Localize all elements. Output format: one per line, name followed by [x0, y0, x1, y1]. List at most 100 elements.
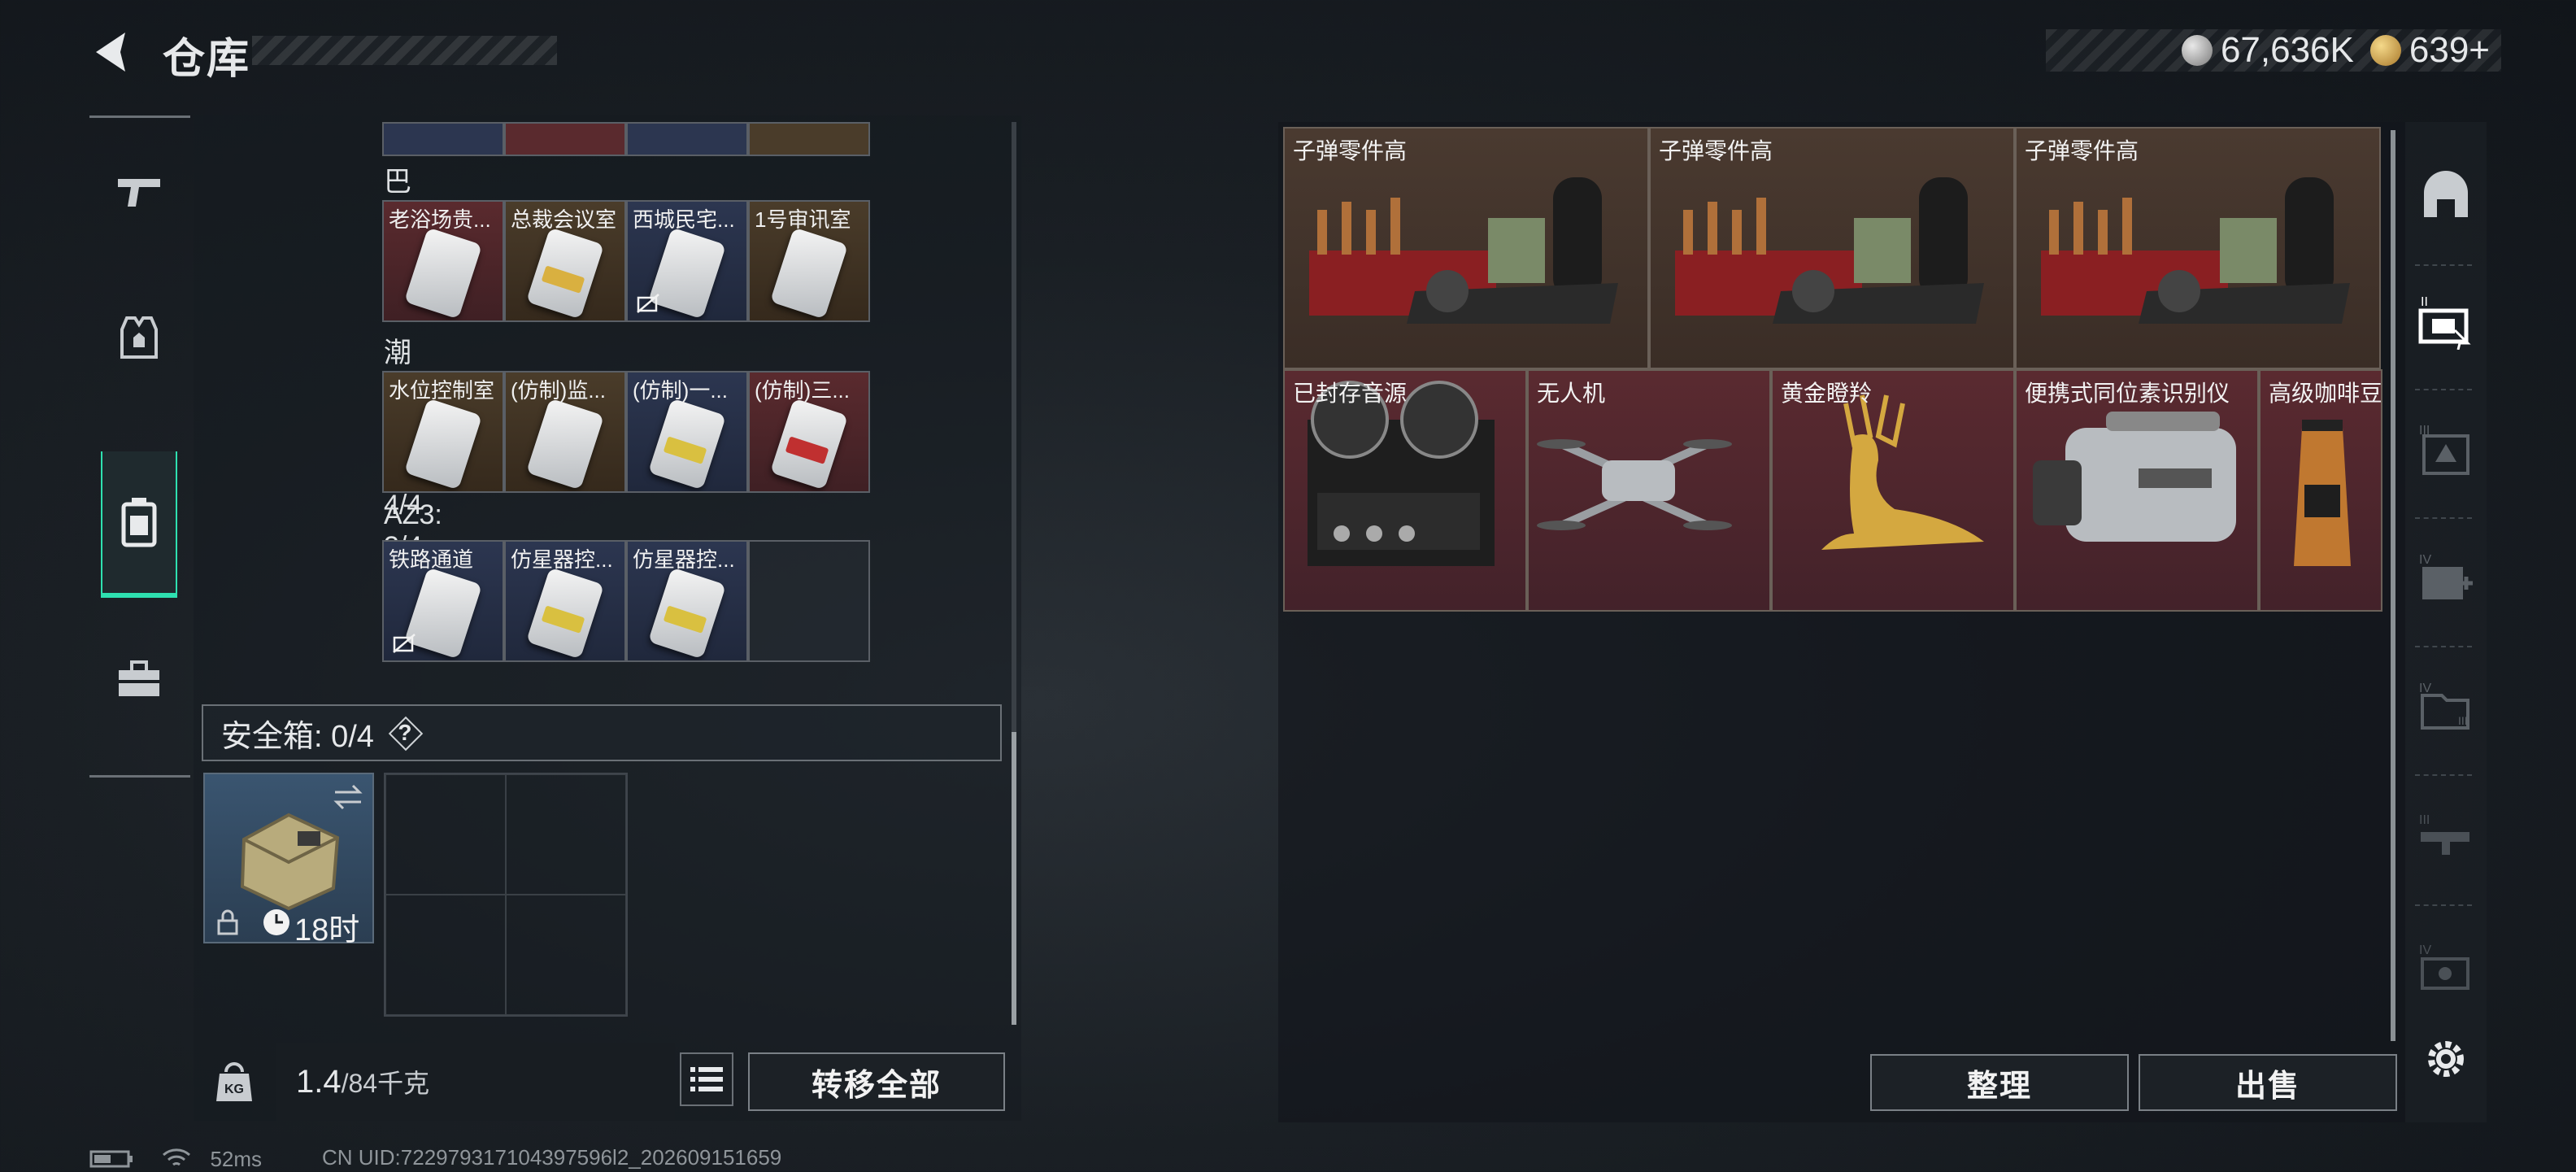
medkit-icon: IV: [2419, 553, 2473, 599]
stash-item[interactable]: 子弹零件高: [2015, 127, 2381, 369]
silver-amount: 67,636K: [2220, 30, 2354, 70]
keycard-label: 总裁会议室: [511, 207, 617, 232]
stash-item[interactable]: 子弹零件高: [1283, 127, 1649, 369]
stash-filter-page3[interactable]: III: [2413, 419, 2478, 484]
settings-button[interactable]: [2413, 1026, 2478, 1091]
partial-row: [382, 122, 873, 156]
keycard-stripe: [541, 605, 585, 634]
stash-filter-page4-case[interactable]: IV: [2413, 935, 2478, 1000]
swap-icon[interactable]: [332, 781, 364, 813]
stash-filter-helmet[interactable]: [2413, 163, 2478, 228]
keycard-icon: [647, 398, 727, 490]
keycard-item[interactable]: 仿星器控...: [504, 540, 626, 662]
safebox-item[interactable]: 18时: [203, 773, 374, 948]
sell-button[interactable]: 出售: [2139, 1054, 2397, 1111]
keycard-label: 铁路通道: [389, 547, 474, 572]
safebox-slots: [384, 773, 628, 1017]
stash-item-label: 子弹零件高: [2025, 138, 2139, 163]
keycard-item[interactable]: (仿制)一...: [626, 371, 748, 493]
stash-item-label: 子弹零件高: [1659, 138, 1773, 163]
keycard-item[interactable]: (仿制)三...: [748, 371, 870, 493]
stash-scrollbar[interactable]: [2391, 130, 2395, 1041]
svg-text:KG: KG: [224, 1083, 244, 1096]
safebox-label: 安全箱: 0/4: [221, 719, 374, 754]
page-iii-icon: III: [2419, 424, 2469, 475]
battery-icon: [89, 1150, 133, 1168]
keycard-item[interactable]: 总裁会议室: [504, 200, 626, 322]
silver-currency[interactable]: 67,636K: [2181, 30, 2354, 71]
tab-weapons[interactable]: [101, 118, 177, 264]
folder-icon: IV III: [2419, 682, 2469, 730]
keycard-item[interactable]: 西城民宅...: [626, 200, 748, 322]
empty-slot[interactable]: [748, 540, 870, 662]
keycard-item[interactable]: 水位控制室: [382, 371, 504, 493]
stash-item-label: 无人机: [1537, 381, 1606, 406]
stash-item-label: 已封存音源: [1293, 381, 1408, 406]
back-button[interactable]: [88, 28, 137, 76]
keycard-item[interactable]: 1号审讯室: [748, 200, 870, 322]
tab-armor[interactable]: [101, 264, 177, 411]
transfer-all-button[interactable]: 转移全部: [748, 1052, 1005, 1111]
keycard-item[interactable]: (仿制)监...: [504, 371, 626, 493]
stash-item-label: 高级咖啡豆: [2269, 381, 2382, 406]
safebox-timer: 18时: [294, 913, 360, 948]
keycard-item[interactable]: 老浴场贵...: [382, 200, 504, 322]
weight-display: 1.4 /84千克: [276, 1043, 675, 1121]
keycard-item[interactable]: 铁路通道: [382, 540, 504, 662]
tab-toolbox[interactable]: [101, 606, 177, 752]
svg-text:III: III: [2419, 813, 2430, 827]
keycard-icon: [525, 567, 605, 660]
keycard-icon: [525, 227, 605, 320]
page-ii-icon: II: [2418, 295, 2471, 350]
stash-filter-page4-folder[interactable]: IV III: [2413, 675, 2478, 740]
safebox-case-icon: [240, 813, 340, 911]
keycard-item[interactable]: 仿星器控...: [626, 540, 748, 662]
weight-lock-button[interactable]: KG: [202, 1049, 267, 1114]
stash-item[interactable]: 子弹零件高: [1649, 127, 2015, 369]
currency-bar: 67,636K 639+: [2046, 29, 2501, 72]
svg-text:III: III: [2458, 714, 2468, 727]
svg-text:IV: IV: [2419, 943, 2431, 957]
stash-item[interactable]: 便携式同位素识别仪: [2015, 369, 2259, 612]
stash-item[interactable]: 已封存音源: [1283, 369, 1527, 612]
help-icon[interactable]: ?: [389, 717, 421, 749]
keycard-label: 老浴场贵...: [389, 207, 491, 232]
keycard-stripe: [663, 605, 707, 634]
organize-button[interactable]: 整理: [1870, 1054, 2129, 1111]
stash-filter-page2[interactable]: II: [2413, 289, 2478, 354]
device-status: 52ms: [89, 1145, 262, 1172]
safebox-slot[interactable]: [385, 895, 506, 1015]
lock-icon: [217, 909, 238, 935]
rifle-icon: III: [2419, 813, 2469, 855]
safebox-slot[interactable]: [385, 774, 506, 895]
stash-item[interactable]: 黄金瞪羚: [1771, 369, 2015, 612]
stash-item-label: 黄金瞪羚: [1781, 381, 1873, 406]
unbound-icon: [393, 634, 416, 653]
tab-backpack[interactable]: [101, 451, 177, 598]
keycard-icon: [403, 398, 483, 490]
keycard-label: 仿星器控...: [511, 547, 613, 572]
stash-filter-page3-gun[interactable]: III: [2413, 805, 2478, 870]
stash-item[interactable]: 高级咖啡豆: [2259, 369, 2382, 612]
gear-icon: [2428, 1041, 2464, 1077]
svg-text:IV: IV: [2419, 682, 2431, 695]
backpack-icon: [121, 498, 157, 547]
stash-item[interactable]: 无人机: [1527, 369, 1771, 612]
keycard-icon: [525, 398, 605, 490]
stash-item-label: 子弹零件高: [1293, 138, 1408, 163]
keycard-label: 仿星器控...: [633, 547, 735, 572]
weight-capacity: /84千克: [341, 1069, 430, 1098]
page-title: 仓库: [163, 36, 251, 83]
safebox-slot[interactable]: [506, 895, 626, 1015]
left-scroll-thumb[interactable]: [1012, 732, 1016, 1025]
gold-currency[interactable]: 639+: [2369, 30, 2490, 71]
keycard-label: 水位控制室: [389, 378, 495, 403]
safebox-slot[interactable]: [506, 774, 626, 895]
list-icon: [690, 1067, 723, 1091]
keycard-label: (仿制)一...: [633, 378, 728, 403]
keycard-stripe: [663, 436, 707, 464]
list-view-button[interactable]: [680, 1052, 733, 1106]
weight-icon: KG: [216, 1062, 252, 1101]
safebox-header: 安全箱: 0/4 ?: [202, 704, 1002, 761]
stash-filter-page4-medical[interactable]: IV: [2413, 547, 2478, 612]
